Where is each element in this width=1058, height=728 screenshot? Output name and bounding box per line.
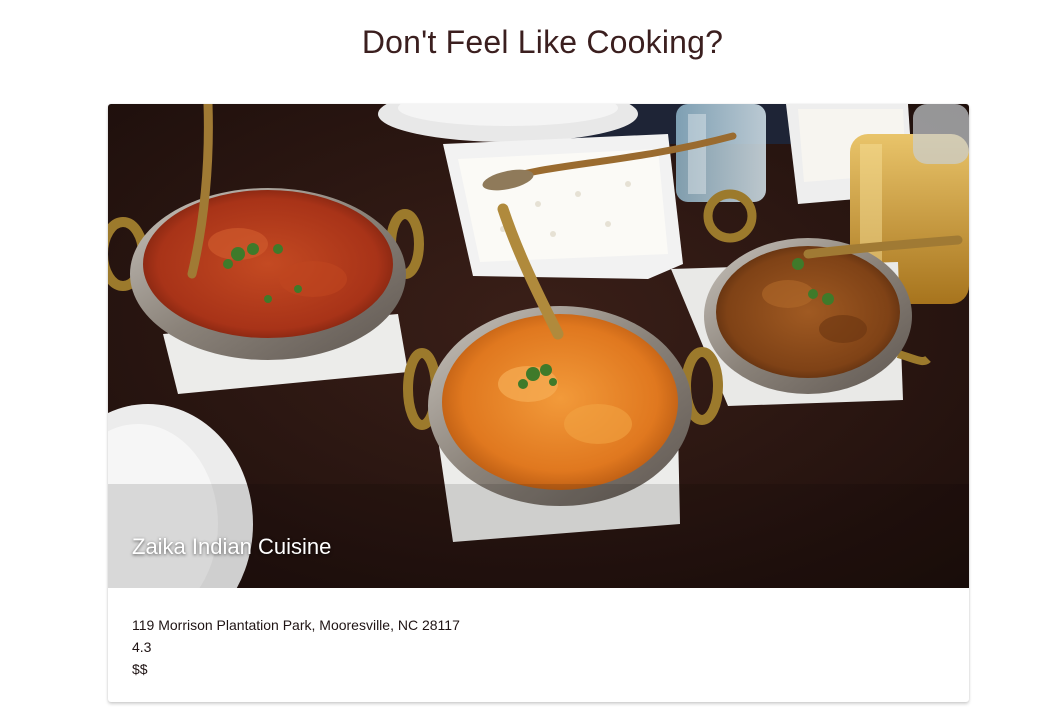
page-title: Don't Feel Like Cooking?	[361, 24, 724, 60]
page: Don't Feel Like Cooking? Zaika Indian Cu…	[0, 0, 1058, 728]
restaurant-image[interactable]: Zaika Indian Cuisine	[108, 104, 969, 588]
restaurant-address: 119 Morrison Plantation Park, Mooresvill…	[132, 617, 460, 633]
restaurant-rating: 4.3	[132, 639, 152, 655]
restaurant-name[interactable]: Zaika Indian Cuisine	[132, 534, 331, 560]
restaurant-price: $$	[132, 661, 148, 677]
food-photo-icon	[108, 104, 969, 588]
restaurant-card[interactable]: Zaika Indian Cuisine 119 Morrison Planta…	[108, 104, 969, 702]
restaurant-details: 119 Morrison Plantation Park, Mooresvill…	[108, 588, 969, 680]
